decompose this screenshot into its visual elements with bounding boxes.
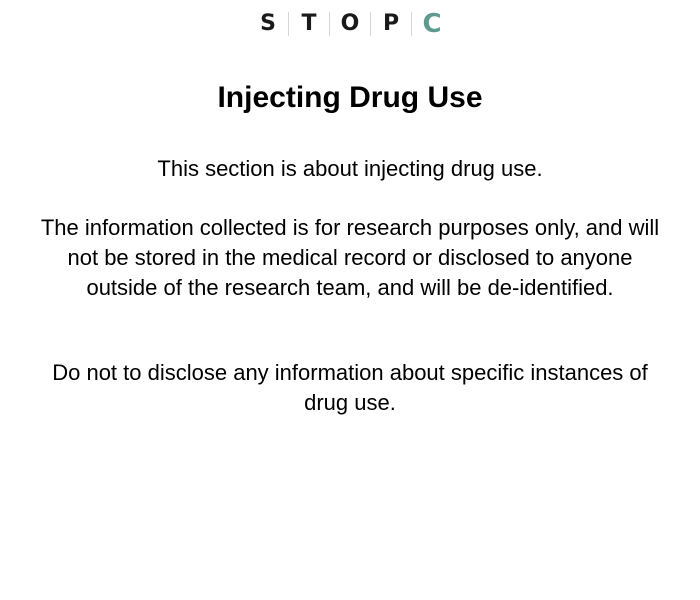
logo-letter-s: S: [260, 11, 276, 36]
privacy-paragraph: The information collected is for researc…: [40, 215, 660, 300]
disclosure-paragraph: Do not to disclose any information about…: [52, 360, 648, 415]
stopc-logo: S T O P C: [0, 9, 700, 39]
page-title: Injecting Drug Use: [217, 81, 483, 114]
logo-letter-t: T: [301, 11, 317, 36]
logo-letter-o: O: [340, 11, 360, 36]
logo-letter-c: C: [422, 9, 442, 39]
logo-letter-p: P: [382, 11, 400, 36]
intro-paragraph: This section is about injecting drug use…: [157, 156, 543, 181]
